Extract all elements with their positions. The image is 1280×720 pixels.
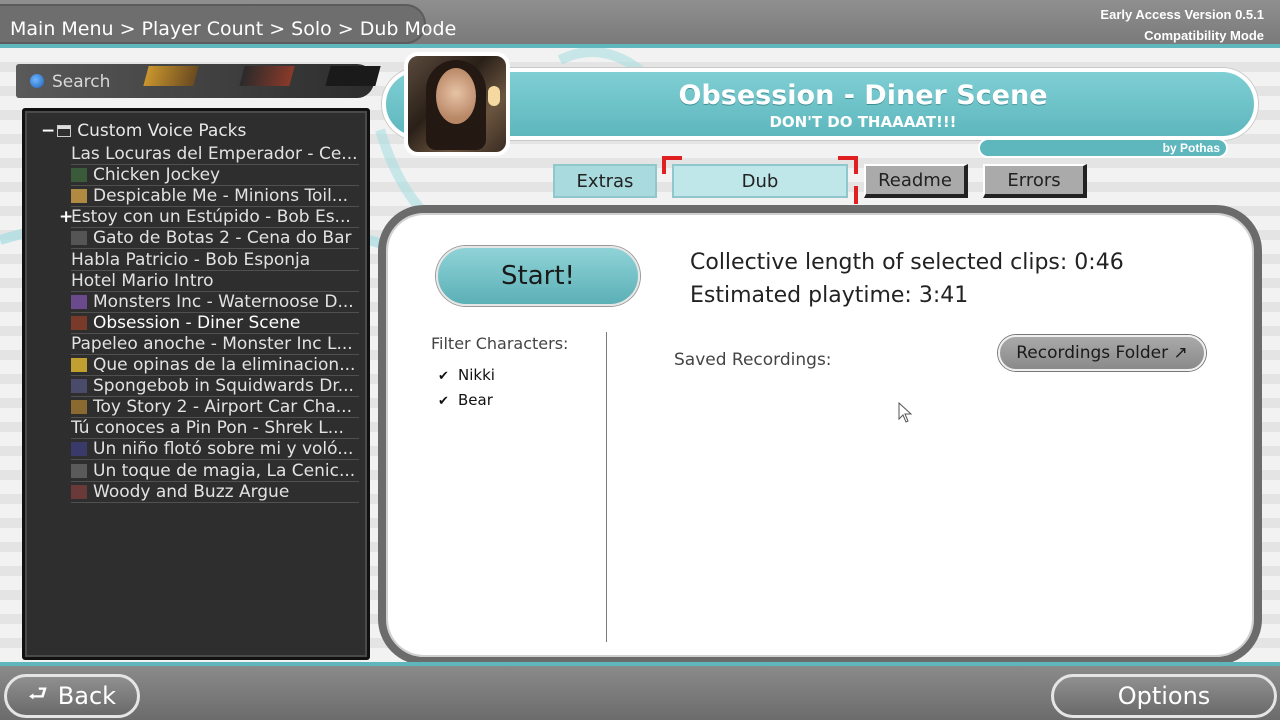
filter-characters-title: Filter Characters: [431, 334, 569, 353]
tree-item[interactable]: + Estoy con un Estúpido - Bob Es... [59, 207, 359, 229]
search-icon [30, 74, 44, 88]
pack-thumbnail-icon [71, 189, 87, 204]
tree-item-label: Chicken Jockey [93, 165, 221, 186]
search-bar[interactable]: Search [16, 64, 381, 98]
tree-item-label: Estoy con un Estúpido - Bob Es... [71, 207, 351, 228]
pack-thumbnail-icon [71, 231, 87, 246]
clip-length-text: Collective length of selected clips: 0:4… [690, 250, 1124, 275]
recordings-folder-button[interactable]: Recordings Folder ↗ [998, 335, 1206, 371]
tree-item[interactable]: Habla Patricio - Bob Esponja [71, 250, 359, 271]
pack-title: Obsession - Diner Scene [678, 80, 1048, 111]
back-label: Back [57, 682, 117, 710]
tree-item-label: Toy Story 2 - Airport Car Cha... [93, 397, 352, 418]
version-label: Early Access Version 0.5.1 [1100, 7, 1264, 22]
version-info: Early Access Version 0.5.1 Compatibility… [1100, 4, 1264, 46]
tree-item[interactable]: Toy Story 2 - Airport Car Cha... [71, 397, 359, 419]
tab-dub[interactable]: Dub [672, 164, 848, 198]
options-button[interactable]: Options [1051, 674, 1277, 718]
tree-item[interactable]: Papeleo anoche - Monster Inc L... [71, 334, 359, 355]
selection-corner-top-right [838, 156, 858, 174]
tree-item-label: Woody and Buzz Argue [93, 481, 290, 502]
back-arrow-icon: ⮐ [27, 682, 48, 707]
author-bar: by Pothas [978, 138, 1228, 158]
tree-item-label: Un toque de magia, La Cenic... [93, 460, 356, 481]
tree-item-label: Un niño flotó sobre mi y voló... [93, 439, 354, 460]
tab-readme[interactable]: Readme [864, 164, 968, 198]
tree-item-label: Papeleo anoche - Monster Inc L... [71, 333, 353, 354]
tree-root-custom-voice-packs[interactable]: − Custom Voice Packs [41, 121, 246, 141]
collapse-icon[interactable]: − [41, 121, 55, 141]
filter-divider [606, 332, 607, 642]
checkmark-icon[interactable]: ✔ [438, 369, 452, 384]
tree-item[interactable]: Woody and Buzz Argue [71, 482, 359, 503]
tree-item[interactable]: Monsters Inc - Waternoose D... [71, 292, 359, 313]
tree-item[interactable]: Un niño flotó sobre mi y voló... [71, 439, 359, 461]
tree-item-label: Gato de Botas 2 - Cena do Bar [93, 228, 352, 249]
search-decoration-thumb [143, 66, 199, 86]
pack-thumbnail-icon [71, 463, 87, 478]
thumbnail-face-shape [436, 68, 476, 124]
selection-corner-bottom-right [850, 186, 858, 204]
tab-extras[interactable]: Extras [553, 164, 657, 198]
tree-item[interactable]: Obsession - Diner Scene [71, 313, 359, 334]
search-decoration-thumb [325, 66, 381, 86]
character-name: Nikki [458, 366, 495, 384]
tree-item[interactable]: Tú conoces a Pin Pon - Shrek L... [71, 418, 359, 440]
breadcrumb-container: Main Menu > Player Count > Solo > Dub Mo… [0, 4, 456, 44]
tree-item-label: Obsession - Diner Scene [93, 312, 301, 333]
thumbnail-lamp-shape [488, 86, 500, 106]
tree-item[interactable]: Spongebob in Squidwards Dr... [71, 376, 359, 398]
tree-item[interactable]: Despicable Me - Minions Toil... [71, 186, 359, 208]
tree-item[interactable]: Que opinas de la eliminacion... [71, 355, 359, 376]
character-name: Bear [458, 391, 493, 409]
tree-item-label: Tú conoces a Pin Pon - Shrek L... [71, 418, 344, 439]
pack-thumbnail-icon [71, 294, 87, 309]
author-label: by Pothas [1162, 141, 1220, 155]
pack-thumbnail-icon [71, 484, 87, 499]
tree-item[interactable]: Hotel Mario Intro [71, 271, 359, 292]
character-filter-bear[interactable]: ✔ Bear [438, 391, 493, 409]
playtime-text: Estimated playtime: 3:41 [690, 283, 969, 308]
tree-item-label: Las Locuras del Emperador - Ce... [71, 144, 358, 164]
compatibility-mode-label: Compatibility Mode [1144, 28, 1264, 43]
tree-item-label: Habla Patricio - Bob Esponja [71, 249, 311, 270]
saved-recordings-label: Saved Recordings: [674, 350, 832, 370]
tree-root-label: Custom Voice Packs [77, 121, 247, 141]
pack-thumbnail-icon [71, 168, 87, 183]
pack-thumbnail-icon [71, 379, 87, 394]
tree-item-label: Spongebob in Squidwards Dr... [93, 376, 354, 397]
tree-item-label: Que opinas de la eliminacion... [93, 355, 356, 375]
pack-thumbnail [404, 52, 510, 156]
stats-block: Collective length of selected clips: 0:4… [690, 246, 1124, 312]
tree-item[interactable]: Un toque de magia, La Cenic... [71, 461, 359, 482]
tree-item[interactable]: Gato de Botas 2 - Cena do Bar [71, 228, 359, 250]
search-input[interactable]: Search [52, 72, 110, 92]
pack-thumbnail-icon [71, 358, 87, 372]
breadcrumb: Main Menu > Player Count > Solo > Dub Mo… [10, 18, 457, 40]
tree-item-label: Hotel Mario Intro [71, 270, 214, 291]
back-button[interactable]: ⮐ Back [4, 674, 140, 718]
tab-errors[interactable]: Errors [983, 164, 1087, 198]
search-decoration-thumb [239, 66, 295, 86]
character-filter-nikki[interactable]: ✔ Nikki [438, 366, 495, 384]
folder-icon [57, 125, 72, 137]
checkmark-icon[interactable]: ✔ [438, 394, 452, 409]
tree-item[interactable]: Chicken Jockey [71, 165, 359, 187]
mouse-cursor-icon [898, 402, 913, 423]
pack-thumbnail-icon [71, 315, 87, 330]
tree-item-label: Despicable Me - Minions Toil... [93, 186, 349, 207]
tree-item-label: Monsters Inc - Waternoose D... [93, 291, 354, 312]
pack-subtitle: DON'T DO THAAAAT!!! [769, 113, 957, 131]
tree-item[interactable]: Las Locuras del Emperador - Ce... [71, 144, 359, 165]
start-button[interactable]: Start! [436, 246, 640, 306]
pack-thumbnail-icon [71, 442, 87, 457]
top-bar: Main Menu > Player Count > Solo > Dub Mo… [0, 0, 1280, 48]
selection-corner-top-left [662, 156, 682, 174]
expand-icon[interactable]: + [59, 207, 73, 228]
pack-thumbnail-icon [71, 400, 87, 415]
